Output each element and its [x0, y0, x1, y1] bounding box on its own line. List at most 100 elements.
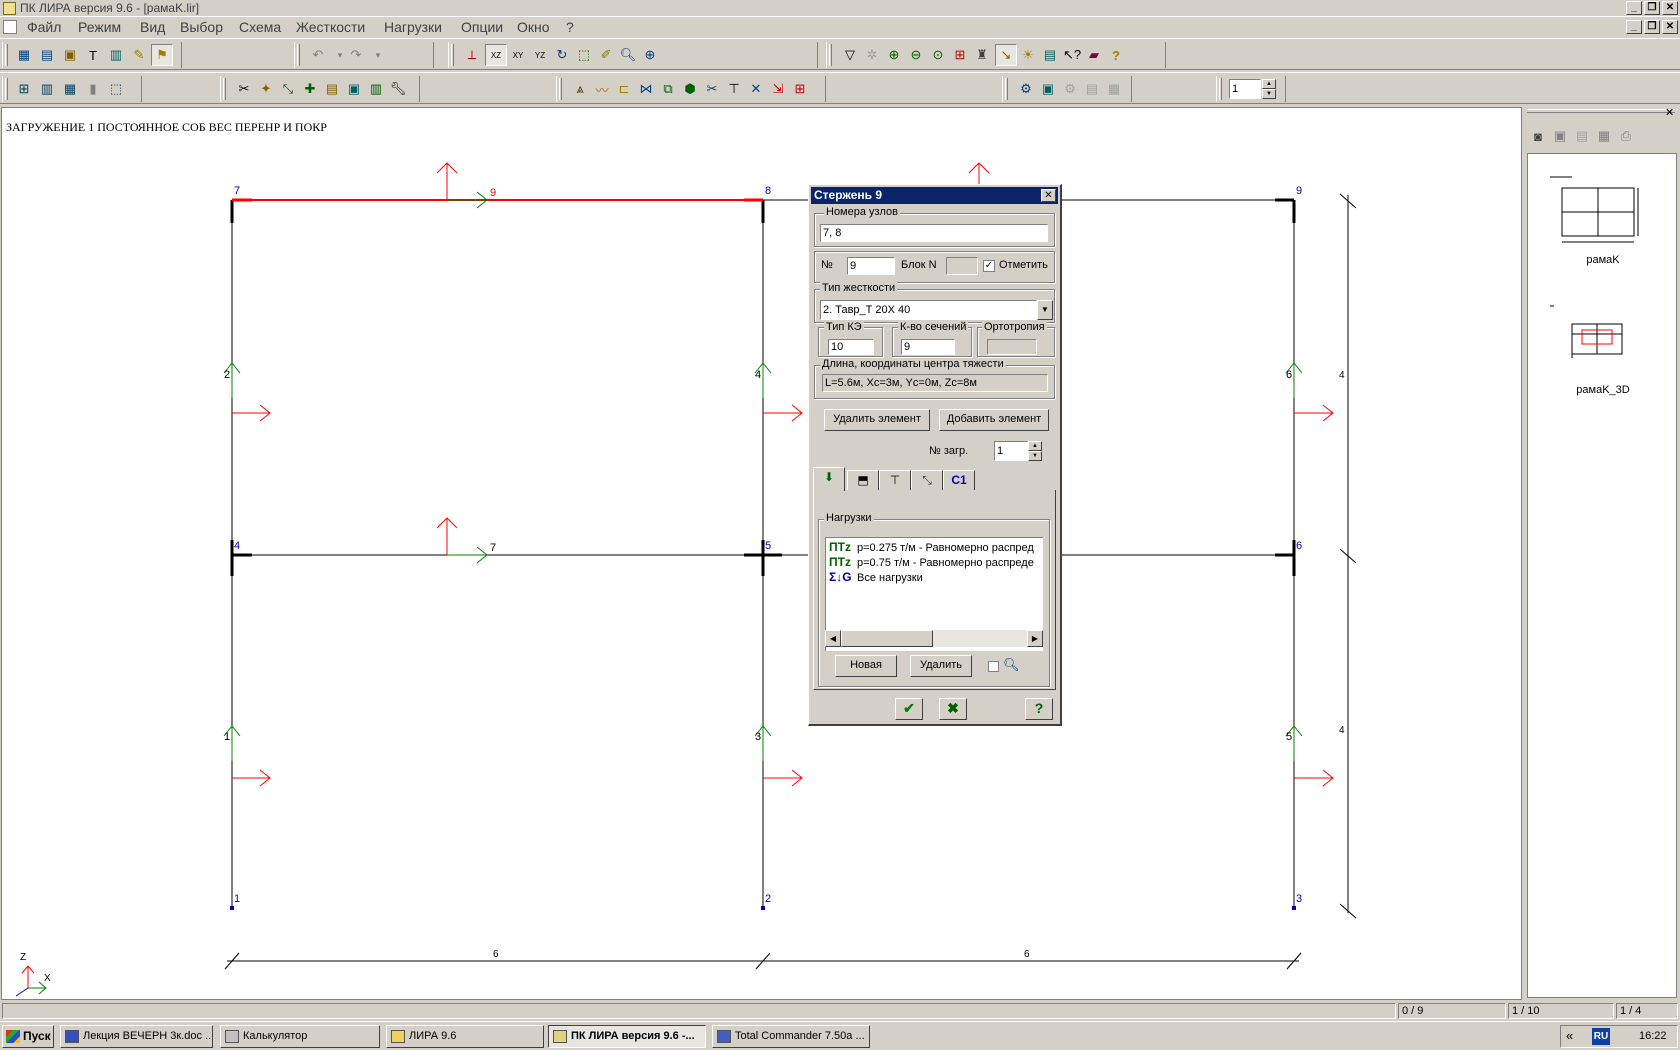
copy-icon[interactable]: ▤ — [321, 78, 343, 100]
grid-red-icon[interactable]: ⊞ — [789, 78, 811, 100]
cut-icon[interactable]: ✂ — [233, 78, 255, 100]
mdi-minimize-icon[interactable]: _ — [1626, 20, 1642, 34]
mark-checkbox[interactable]: ✓ — [983, 260, 995, 272]
delete-load-button[interactable]: Удалить — [910, 655, 972, 677]
thumbnail-label-ramak[interactable]: рамаK — [1528, 254, 1678, 266]
spin-up-icon[interactable]: ▲ — [1262, 79, 1276, 89]
toolbar-grip[interactable] — [5, 78, 8, 100]
tray-chevron-icon[interactable]: « — [1566, 1028, 1573, 1043]
scissors-alt-icon[interactable]: ✂ — [701, 78, 723, 100]
load-spin-down-icon[interactable]: ▼ — [1028, 451, 1042, 461]
panel-image-icon[interactable]: ▦ — [1593, 125, 1615, 147]
menu-loads[interactable]: Нагрузки — [384, 19, 442, 35]
task-word[interactable]: Лекция ВЕЧЕРН 3к.doc ... — [60, 1025, 213, 1048]
app-icon[interactable] — [3, 2, 16, 15]
bottle-icon[interactable]: ♜ — [971, 44, 993, 66]
tee-icon[interactable]: ⊤ — [723, 78, 745, 100]
close-icon[interactable]: ✕ — [1662, 1, 1678, 15]
dist-load-icon[interactable]: ⊏ — [613, 78, 635, 100]
layer-icon[interactable]: ▥ — [365, 78, 387, 100]
xy-view-icon[interactable]: XY — [507, 44, 529, 66]
projection-icon[interactable]: ⬚ — [573, 44, 595, 66]
tab-axes-icon[interactable]: ⊤ — [879, 470, 911, 490]
move-icon[interactable]: ⤡ — [277, 78, 299, 100]
stiffness-icon[interactable]: ⧉ — [657, 78, 679, 100]
menu-file[interactable]: Файл — [27, 19, 61, 35]
zoom-fit-icon[interactable]: ⊕ — [639, 44, 661, 66]
document-icon[interactable] — [3, 20, 17, 34]
run-icon[interactable]: ☀ — [1017, 44, 1039, 66]
stiffness-type-select[interactable]: 2. Тавр_Т 20Х 40 — [820, 300, 1037, 320]
cube-icon[interactable]: ⬚ — [105, 78, 127, 100]
panel-print-icon[interactable]: ⎙ — [1615, 125, 1637, 147]
load-row-1[interactable]: ПТz p=0.275 т/м - Равномерно распред — [829, 540, 1034, 555]
menu-options[interactable]: Опции — [461, 19, 503, 35]
tab-c1[interactable]: С1 — [943, 470, 975, 490]
toolbar-grip[interactable] — [1219, 78, 1222, 100]
hinge-icon[interactable]: ⋈ — [635, 78, 657, 100]
columns-icon[interactable]: ▥ — [36, 78, 58, 100]
axes-icon[interactable]: ⟂ — [461, 44, 483, 66]
load-row-all[interactable]: Σ↓G Все нагрузки — [829, 570, 923, 585]
task-lira-folder[interactable]: ЛИРА 9.6 — [386, 1025, 544, 1048]
tab-hinge-icon[interactable]: ⬒ — [847, 470, 879, 490]
frame-icon[interactable]: ⊞ — [949, 44, 971, 66]
toolbar-grip[interactable] — [559, 78, 562, 100]
new-load-button[interactable]: Новая — [835, 655, 897, 677]
thumbnail-ramak-3d[interactable] — [1548, 304, 1658, 364]
zoom-in-icon[interactable]: ⊕ — [883, 44, 905, 66]
stiffness-dropdown-icon[interactable]: ▼ — [1037, 300, 1053, 320]
task-calculator[interactable]: Калькулятор — [220, 1025, 380, 1048]
tab-loads-icon[interactable]: ⬇ — [813, 467, 845, 491]
book-icon[interactable]: ▰ — [1083, 44, 1105, 66]
menu-window[interactable]: Окно — [517, 19, 550, 35]
toolbar-grip[interactable] — [451, 44, 454, 66]
drawing-canvas[interactable]: ЗАГРУЖЕНИЕ 1 ПОСТОЯННОЕ СОБ ВЕС ПЕРЕНР И… — [1, 107, 1522, 1000]
load-spin-up-icon[interactable]: ▲ — [1028, 441, 1042, 451]
rotate-icon[interactable]: ↻ — [551, 44, 573, 66]
arrows-icon[interactable]: ⇲ — [767, 78, 789, 100]
new-scheme-icon[interactable]: ▦ — [13, 44, 35, 66]
menu-help[interactable]: ? — [566, 19, 574, 35]
toolbar-grip[interactable] — [223, 78, 226, 100]
panel-copy-icon[interactable]: ▤ — [1571, 125, 1593, 147]
cylinder-icon[interactable]: ▮ — [82, 78, 104, 100]
duplicate-icon[interactable]: ▣ — [343, 78, 365, 100]
zoom-out-icon[interactable]: ⊖ — [905, 44, 927, 66]
question-icon[interactable]: ? — [1105, 44, 1127, 66]
fragment-icon[interactable]: ⚙ — [1015, 78, 1037, 100]
edit-icon[interactable]: ✎ — [128, 44, 150, 66]
open-icon[interactable]: ▤ — [36, 44, 58, 66]
loads-hscrollbar[interactable]: ◀ ▶ — [825, 630, 1043, 647]
restore-icon[interactable]: ❐ — [1644, 1, 1660, 15]
toolbar-grip[interactable] — [1005, 78, 1008, 100]
spin-down-icon[interactable]: ▼ — [1262, 89, 1276, 99]
add-element-button[interactable]: Добавить элемент — [939, 409, 1049, 431]
yz-view-icon[interactable]: YZ — [529, 44, 551, 66]
mesh-icon[interactable]: ▦ — [59, 78, 81, 100]
redo-dropdown-icon[interactable]: ▾ — [367, 44, 389, 66]
panel-save-icon[interactable]: ▣ — [1549, 125, 1571, 147]
thumbnail-ramak[interactable] — [1548, 174, 1658, 244]
help-cursor-icon[interactable]: ↖? — [1061, 44, 1083, 66]
mdi-close-icon[interactable]: ✕ — [1662, 20, 1678, 34]
orthotropy-input[interactable] — [987, 339, 1037, 355]
filter-icon[interactable]: ▽ — [839, 44, 861, 66]
panel-camera-icon[interactable]: ◙ — [1527, 125, 1549, 147]
number-input[interactable]: 9 — [847, 257, 895, 275]
minimize-icon[interactable]: _ — [1626, 1, 1642, 15]
magnifier-icon[interactable]: 🔍︎ — [1003, 657, 1020, 673]
menu-select[interactable]: Выбор — [180, 19, 223, 35]
node-numbers-input[interactable]: 7, 8 — [820, 224, 1048, 242]
preview-checkbox[interactable] — [988, 661, 999, 672]
help-icon[interactable]: ? — [1025, 698, 1053, 720]
save-icon[interactable]: ▣ — [59, 44, 81, 66]
toolbar-grip[interactable] — [829, 44, 832, 66]
menu-scheme[interactable]: Схема — [239, 19, 281, 35]
text-icon[interactable]: T — [82, 44, 104, 66]
undo-icon[interactable]: ↶ — [307, 44, 329, 66]
add-node-icon[interactable]: ✚ — [299, 78, 321, 100]
menu-stiffness[interactable]: Жесткости — [296, 19, 365, 35]
paste-node-icon[interactable]: ✦ — [255, 78, 277, 100]
start-button[interactable]: Пуск — [2, 1025, 54, 1048]
